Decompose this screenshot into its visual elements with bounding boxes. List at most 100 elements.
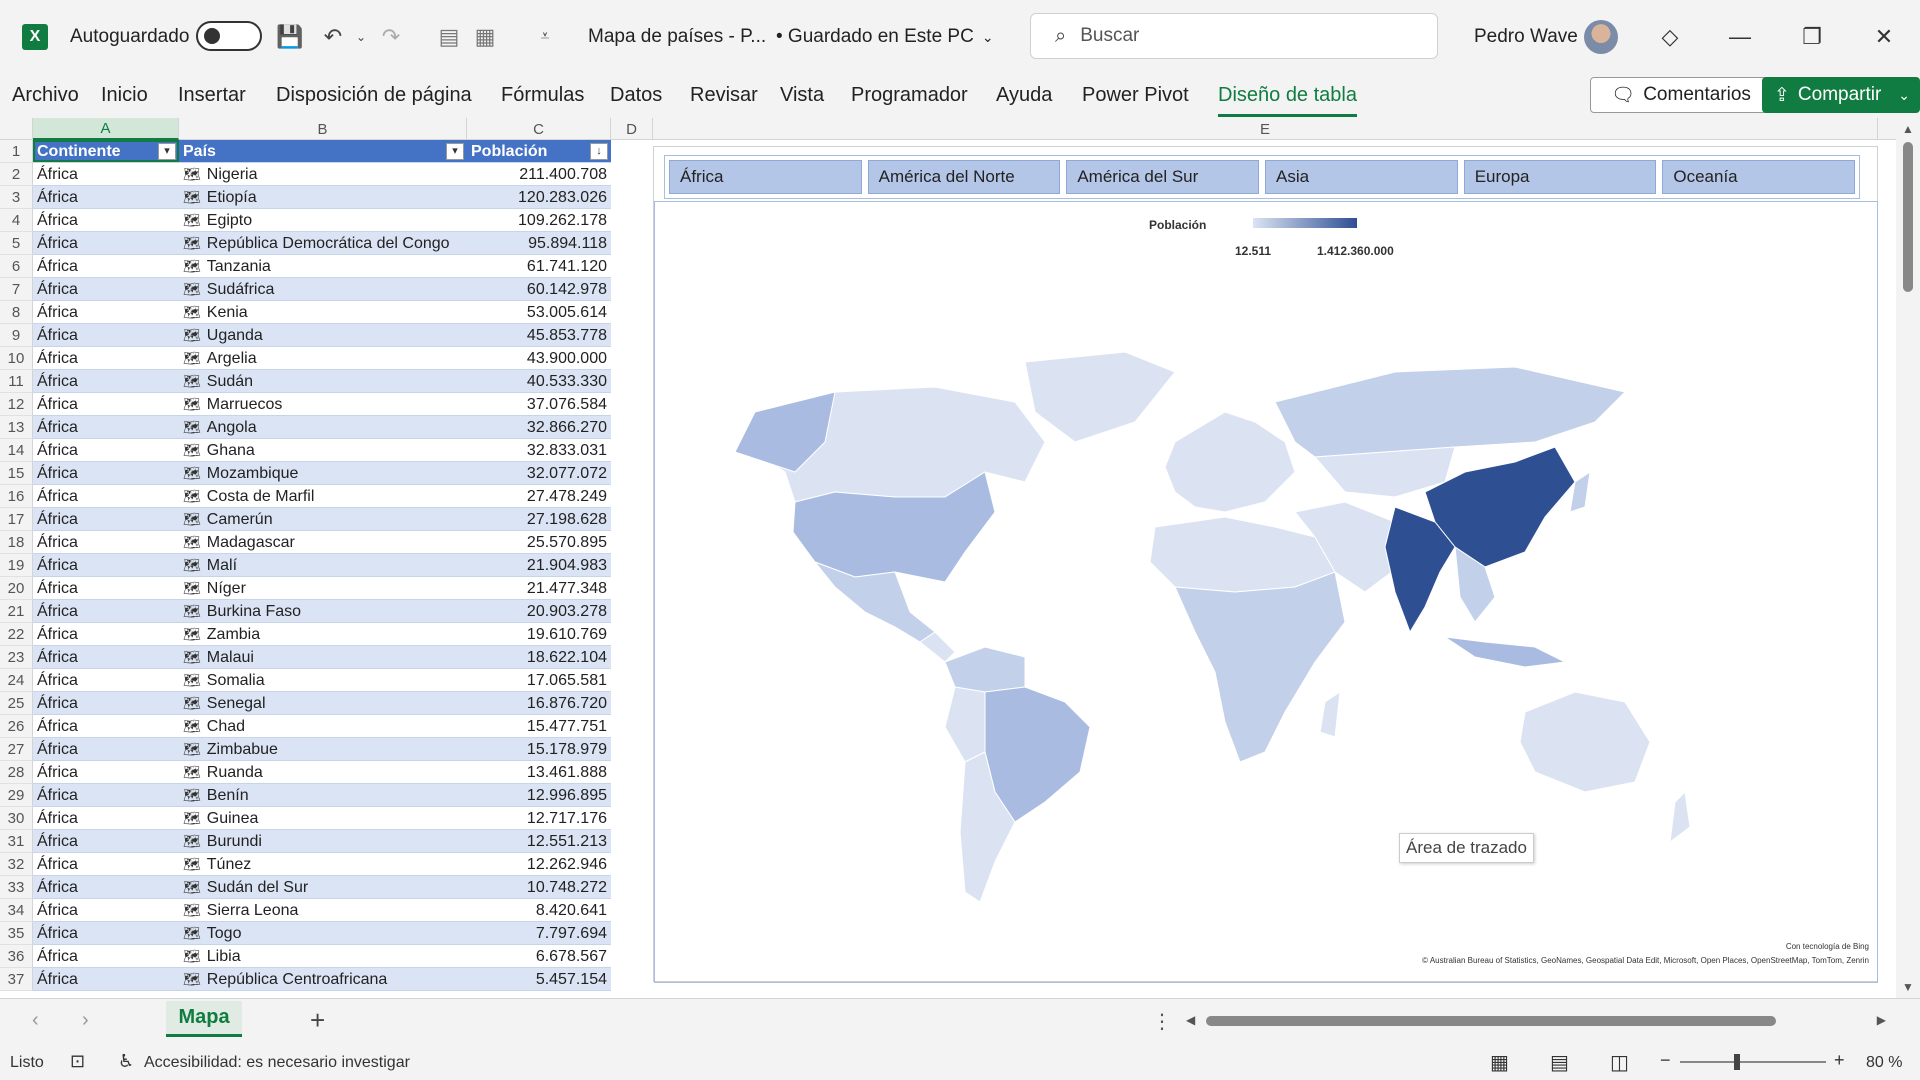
- cell-poblacion[interactable]: 19.610.769: [467, 623, 611, 645]
- form-icon[interactable]: ▤: [434, 22, 464, 52]
- cell-pais[interactable]: 🗺 Sudán del Sur: [179, 876, 467, 898]
- cell-continente[interactable]: África: [33, 807, 179, 829]
- select-all-corner[interactable]: [0, 118, 33, 140]
- sort-filter-icon[interactable]: ▾: [158, 143, 176, 160]
- cell-pais[interactable]: 🗺 República Centroafricana: [179, 968, 467, 990]
- cell-continente[interactable]: África: [33, 738, 179, 760]
- filter-dropdown-icon[interactable]: ▾: [446, 143, 464, 160]
- row-header[interactable]: 7: [0, 278, 33, 301]
- sheet-tab-mapa[interactable]: Mapa: [166, 1001, 242, 1037]
- cell-pais[interactable]: 🗺 Zambia: [179, 623, 467, 645]
- tab-diseno-tabla[interactable]: Diseño de tabla: [1218, 84, 1357, 117]
- undo-dropdown-icon[interactable]: ⌄: [346, 22, 376, 52]
- horizontal-scroll-thumb[interactable]: [1206, 1016, 1776, 1026]
- cell-poblacion[interactable]: 7.797.694: [467, 922, 611, 944]
- cell-continente[interactable]: África: [33, 255, 179, 277]
- tab-power-pivot[interactable]: Power Pivot: [1082, 84, 1189, 107]
- tab-insertar[interactable]: Insertar: [178, 84, 246, 107]
- header-continente[interactable]: Continente ▾: [33, 140, 179, 162]
- geography-map-icon[interactable]: 🗺: [183, 212, 201, 228]
- cell-pais[interactable]: 🗺 Malí: [179, 554, 467, 576]
- geography-map-icon[interactable]: 🗺: [183, 350, 201, 366]
- tab-vista[interactable]: Vista: [780, 84, 824, 107]
- geography-map-icon[interactable]: 🗺: [183, 166, 201, 182]
- row-header[interactable]: 23: [0, 646, 33, 669]
- header-pais[interactable]: País ▾: [179, 140, 467, 162]
- cell-continente[interactable]: África: [33, 416, 179, 438]
- row-header[interactable]: 26: [0, 715, 33, 738]
- cell-continente[interactable]: África: [33, 324, 179, 346]
- cell-pais[interactable]: 🗺 Burundi: [179, 830, 467, 852]
- cell-poblacion[interactable]: 109.262.178: [467, 209, 611, 231]
- cell-pais[interactable]: 🗺 Kenia: [179, 301, 467, 323]
- geography-map-icon[interactable]: 🗺: [183, 304, 201, 320]
- row-header[interactable]: 1: [0, 140, 33, 163]
- geography-map-icon[interactable]: 🗺: [183, 442, 201, 458]
- cell-pais[interactable]: 🗺 Etiopía: [179, 186, 467, 208]
- row-header[interactable]: 30: [0, 807, 33, 830]
- row-header[interactable]: 9: [0, 324, 33, 347]
- geography-map-icon[interactable]: 🗺: [183, 534, 201, 550]
- geography-map-icon[interactable]: 🗺: [183, 787, 201, 803]
- cell-pais[interactable]: 🗺 Nigeria: [179, 163, 467, 185]
- cell-poblacion[interactable]: 21.904.983: [467, 554, 611, 576]
- tab-revisar[interactable]: Revisar: [690, 84, 758, 107]
- customize-toolbar-icon[interactable]: ⩡: [530, 22, 560, 52]
- scroll-down-icon[interactable]: ▼: [1902, 980, 1914, 994]
- row-header[interactable]: 36: [0, 945, 33, 968]
- geography-map-icon[interactable]: 🗺: [183, 810, 201, 826]
- worksheet-grid[interactable]: A B C D E 1 2 3 4 5 6 7 8 9 10 11 12 13 14 15 16 17 18 19 2…: [0, 118, 1920, 998]
- cell-pais[interactable]: 🗺 Angola: [179, 416, 467, 438]
- edit-icon[interactable]: ▦: [470, 22, 500, 52]
- cell-pais[interactable]: 🗺 Tanzania: [179, 255, 467, 277]
- zoom-in-icon[interactable]: +: [1834, 1050, 1845, 1071]
- cell-poblacion[interactable]: 12.996.895: [467, 784, 611, 806]
- slicer-america-sur[interactable]: América del Sur: [1066, 160, 1260, 194]
- tab-disposicion[interactable]: Disposición de página: [276, 84, 472, 107]
- tab-inicio[interactable]: Inicio: [101, 84, 148, 107]
- add-sheet-icon[interactable]: +: [310, 1005, 325, 1036]
- row-header[interactable]: 4: [0, 209, 33, 232]
- cell-pais[interactable]: 🗺 Madagascar: [179, 531, 467, 553]
- cell-pais[interactable]: 🗺 República Democrática del Congo: [179, 232, 467, 254]
- tab-ayuda[interactable]: Ayuda: [996, 84, 1052, 107]
- row-header[interactable]: 35: [0, 922, 33, 945]
- row-header[interactable]: 29: [0, 784, 33, 807]
- autosave-toggle[interactable]: [196, 21, 262, 51]
- cell-continente[interactable]: África: [33, 692, 179, 714]
- cell-continente[interactable]: África: [33, 508, 179, 530]
- tab-formulas[interactable]: Fórmulas: [501, 84, 584, 107]
- cell-poblacion[interactable]: 32.077.072: [467, 462, 611, 484]
- more-options-icon[interactable]: ⋮: [1152, 1009, 1172, 1034]
- row-header[interactable]: 18: [0, 531, 33, 554]
- cell-poblacion[interactable]: 32.866.270: [467, 416, 611, 438]
- cell-continente[interactable]: África: [33, 577, 179, 599]
- cell-pais[interactable]: 🗺 Argelia: [179, 347, 467, 369]
- row-header[interactable]: 24: [0, 669, 33, 692]
- cell-pais[interactable]: 🗺 Sudáfrica: [179, 278, 467, 300]
- zoom-level[interactable]: 80 %: [1866, 1054, 1902, 1072]
- cell-poblacion[interactable]: 37.076.584: [467, 393, 611, 415]
- next-sheet-icon[interactable]: ›: [82, 1009, 89, 1032]
- cell-continente[interactable]: África: [33, 784, 179, 806]
- geography-map-icon[interactable]: 🗺: [183, 948, 201, 964]
- zoom-knob[interactable]: [1734, 1054, 1740, 1070]
- scroll-left-icon[interactable]: ◀: [1186, 1013, 1195, 1027]
- geography-map-icon[interactable]: 🗺: [183, 672, 201, 688]
- cell-continente[interactable]: África: [33, 370, 179, 392]
- cell-poblacion[interactable]: 18.622.104: [467, 646, 611, 668]
- geography-map-icon[interactable]: 🗺: [183, 488, 201, 504]
- cell-continente[interactable]: África: [33, 301, 179, 323]
- row-header[interactable]: 15: [0, 462, 33, 485]
- cell-poblacion[interactable]: 12.262.946: [467, 853, 611, 875]
- cell-continente[interactable]: África: [33, 876, 179, 898]
- document-title[interactable]: Mapa de países - P...: [588, 24, 766, 50]
- row-header[interactable]: 12: [0, 393, 33, 416]
- comments-button[interactable]: 🗨 Comentarios: [1590, 77, 1772, 113]
- geography-map-icon[interactable]: 🗺: [183, 925, 201, 941]
- cell-poblacion[interactable]: 61.741.120: [467, 255, 611, 277]
- cell-pais[interactable]: 🗺 Burkina Faso: [179, 600, 467, 622]
- geography-map-icon[interactable]: 🗺: [183, 511, 201, 527]
- cell-continente[interactable]: África: [33, 485, 179, 507]
- cell-poblacion[interactable]: 53.005.614: [467, 301, 611, 323]
